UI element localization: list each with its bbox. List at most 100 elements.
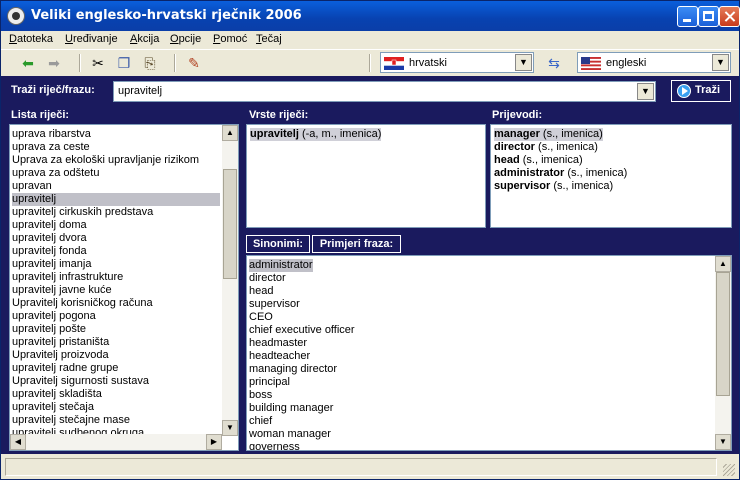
scroll-thumb[interactable] (716, 272, 730, 396)
list-item[interactable]: principal (249, 376, 290, 389)
list-item[interactable]: headmaster (249, 337, 307, 350)
search-button[interactable]: Traži (671, 80, 731, 102)
user-edit-icon[interactable]: ✎ (185, 54, 203, 72)
list-item[interactable]: governess (249, 441, 300, 450)
word-list[interactable]: uprava ribarstva uprava za ceste Uprava za… (9, 124, 239, 451)
swap-languages-icon[interactable]: ⇆ (543, 54, 565, 72)
search-input[interactable]: upravitelj ▼ (113, 81, 656, 102)
list-item[interactable]: upravan (12, 180, 52, 193)
list-item[interactable]: head (s., imenica) (494, 154, 583, 167)
list-item[interactable]: upravitelj pošte (12, 323, 86, 336)
scroll-left-icon[interactable]: ◀ (10, 434, 26, 450)
list-item[interactable]: supervisor (s., imenica) (494, 180, 613, 193)
list-item[interactable]: upravitelj fonda (12, 245, 87, 258)
list-item[interactable]: uprava ribarstva (12, 128, 91, 141)
list-item[interactable]: upravitelj pristaništa (12, 336, 109, 349)
menu-tecaj[interactable]: Tečaj (256, 33, 282, 45)
paste-icon[interactable]: ⎘ (141, 54, 159, 72)
list-item[interactable]: administrator (249, 259, 313, 272)
list-item[interactable]: chief (249, 415, 272, 428)
window-title: Veliki englesko-hrvatski rječnik 2006 (31, 8, 302, 23)
back-arrow-icon[interactable]: ⬅ (19, 54, 37, 72)
list-item[interactable]: upravitelj (12, 193, 220, 206)
list-item[interactable]: upravitelj stečaja (12, 401, 94, 414)
word-list-scrollbar[interactable]: ▲ ▼ (222, 125, 238, 436)
list-item[interactable]: upravitelj radne grupe (12, 362, 118, 375)
entry-info: (s., imenica) (538, 141, 598, 153)
list-item[interactable]: administrator (s., imenica) (494, 167, 627, 180)
menu-bar: Datoteka Uređivanje Akcija Opcije Pomoć … (1, 31, 739, 49)
close-button[interactable] (719, 6, 740, 27)
translations-box[interactable]: manager (s., imenica) director (s., imeni… (490, 124, 732, 228)
entry-word: administrator (494, 167, 565, 179)
menu-uredivanje[interactable]: Uređivanje (65, 33, 118, 45)
menu-opcije[interactable]: Opcije (170, 33, 201, 45)
list-item[interactable]: director (249, 272, 286, 285)
chevron-down-icon[interactable]: ▼ (515, 54, 532, 71)
chevron-down-icon[interactable]: ▼ (637, 83, 654, 100)
scroll-right-icon[interactable]: ▶ (206, 434, 222, 450)
scroll-up-icon[interactable]: ▲ (715, 256, 731, 272)
synonyms-scrollbar[interactable]: ▲ ▼ (715, 256, 731, 450)
list-item[interactable]: chief executive officer (249, 324, 355, 337)
source-language-select[interactable]: hrvatski ▼ (380, 52, 534, 73)
entry-info: (s., imenica) (553, 180, 614, 192)
list-item[interactable]: Uprava za ekološki upravljanje rizikom (12, 154, 199, 167)
synonyms-box[interactable]: administrator director head supervisor CEO ch… (246, 255, 732, 451)
word-list-hscrollbar[interactable]: ◀ ▶ (10, 434, 222, 450)
list-item[interactable]: Upravitelj korisničkog računa (12, 297, 153, 310)
list-item[interactable]: woman manager (249, 428, 331, 441)
list-item[interactable]: upravitelj pogona (12, 310, 96, 323)
list-item[interactable]: upravitelj doma (12, 219, 87, 232)
list-item[interactable]: headteacher (249, 350, 310, 363)
word-list-label: Lista riječi: (11, 109, 70, 121)
forward-arrow-icon[interactable]: ➡ (45, 54, 63, 72)
scroll-down-icon[interactable]: ▼ (715, 434, 731, 450)
menu-akcija[interactable]: Akcija (130, 33, 159, 45)
title-bar[interactable]: Veliki englesko-hrvatski rječnik 2006 (1, 1, 740, 31)
scroll-up-icon[interactable]: ▲ (222, 125, 238, 141)
minimize-button[interactable] (677, 6, 698, 27)
list-item[interactable]: supervisor (249, 298, 300, 311)
list-item[interactable]: managing director (249, 363, 337, 376)
entry-info: (s., imenica) (567, 167, 628, 179)
target-language-value: engleski (606, 57, 647, 69)
target-language-select[interactable]: engleski ▼ (577, 52, 731, 73)
resize-grip-icon[interactable] (723, 464, 735, 476)
list-item[interactable]: upravitelj stečajne mase (12, 414, 130, 427)
chevron-down-icon[interactable]: ▼ (712, 54, 729, 71)
list-item[interactable]: director (s., imenica) (494, 141, 598, 154)
toolbar: ⬅ ➡ ✂ ❐ ⎘ ✎ hrvatski ▼ ⇆ engleski ▼ (1, 49, 739, 75)
menu-datoteka[interactable]: Datoteka (9, 33, 53, 45)
list-item[interactable]: uprava za ceste (12, 141, 90, 154)
list-item[interactable]: upravitelj infrastrukture (12, 271, 123, 284)
list-item[interactable]: upravitelj (-a, m., imenica) (250, 128, 382, 141)
entry-info: (-a, m., imenica) (301, 128, 382, 140)
tab-synonyms[interactable]: Sinonimi: (246, 235, 310, 253)
tab-phrase-examples[interactable]: Primjeri fraza: (312, 235, 401, 253)
search-button-label: Traži (695, 84, 721, 96)
cut-icon[interactable]: ✂ (89, 54, 107, 72)
list-item[interactable]: upravitelj javne kuće (12, 284, 112, 297)
list-item[interactable]: CEO (249, 311, 273, 324)
list-item[interactable]: upravitelj skladišta (12, 388, 102, 401)
list-item[interactable]: boss (249, 389, 272, 402)
list-item[interactable]: head (249, 285, 273, 298)
scroll-down-icon[interactable]: ▼ (222, 420, 238, 436)
maximize-button[interactable] (698, 6, 719, 27)
list-item[interactable]: Upravitelj sigurnosti sustava (12, 375, 149, 388)
toolbar-separator (174, 54, 176, 72)
list-item[interactable]: upravitelj imanja (12, 258, 91, 271)
list-item[interactable]: uprava za odštetu (12, 167, 99, 180)
scroll-thumb[interactable] (223, 169, 237, 279)
copy-icon[interactable]: ❐ (115, 54, 133, 72)
status-bar (1, 454, 739, 479)
list-item[interactable]: manager (s., imenica) (494, 128, 603, 141)
list-item[interactable]: upravitelj cirkuskih predstava (12, 206, 153, 219)
menu-pomoc[interactable]: Pomoć (213, 33, 247, 45)
word-types-box[interactable]: upravitelj (-a, m., imenica) (246, 124, 486, 228)
list-item[interactable]: upravitelj dvora (12, 232, 87, 245)
list-item[interactable]: building manager (249, 402, 333, 415)
entry-word: head (494, 154, 520, 166)
list-item[interactable]: Upravitelj proizvoda (12, 349, 109, 362)
